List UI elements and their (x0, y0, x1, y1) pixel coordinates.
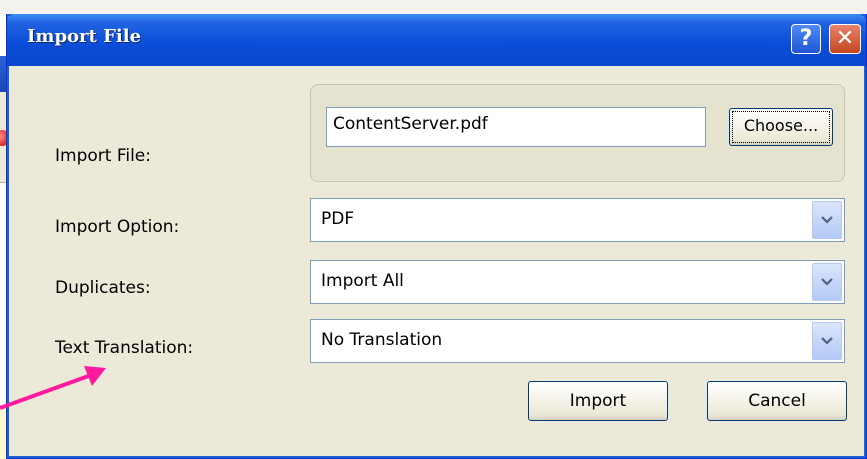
text-translation-select[interactable]: No Translation (310, 319, 845, 363)
import-option-label: Import Option: (55, 217, 180, 237)
import-option-select[interactable]: PDF (310, 198, 845, 242)
text-translation-dropdown-button[interactable] (812, 322, 842, 360)
text-translation-value: No Translation (321, 330, 443, 350)
chevron-down-icon (821, 216, 833, 224)
dialog-titlebar[interactable]: Import File ? ✕ (7, 14, 866, 66)
cancel-button[interactable]: Cancel (707, 381, 847, 421)
close-icon: ✕ (835, 26, 855, 51)
import-option-dropdown-button[interactable] (812, 201, 842, 239)
choose-button[interactable]: Choose... (729, 108, 833, 146)
dialog-body: Import File: ContentServer.pdf Choose...… (7, 66, 866, 459)
text-translation-label: Text Translation: (55, 338, 194, 358)
chevron-down-icon (821, 337, 833, 345)
import-button[interactable]: Import (528, 381, 668, 421)
background-window-strip (0, 0, 867, 14)
duplicates-label: Duplicates: (55, 278, 151, 298)
duplicates-dropdown-button[interactable] (812, 263, 842, 301)
dialog-title: Import File (27, 26, 142, 47)
close-button[interactable]: ✕ (829, 24, 861, 54)
help-button[interactable]: ? (791, 24, 821, 54)
chevron-down-icon (821, 278, 833, 286)
import-file-input[interactable]: ContentServer.pdf (326, 107, 706, 147)
import-option-value: PDF (321, 209, 355, 229)
help-icon: ? (799, 26, 813, 51)
import-file-label: Import File: (55, 146, 151, 166)
duplicates-value: Import All (321, 271, 404, 291)
import-file-dialog: Import File ? ✕ Import File: ContentServ… (6, 14, 867, 459)
import-file-group: ContentServer.pdf Choose... (310, 84, 845, 182)
duplicates-select[interactable]: Import All (310, 260, 845, 304)
